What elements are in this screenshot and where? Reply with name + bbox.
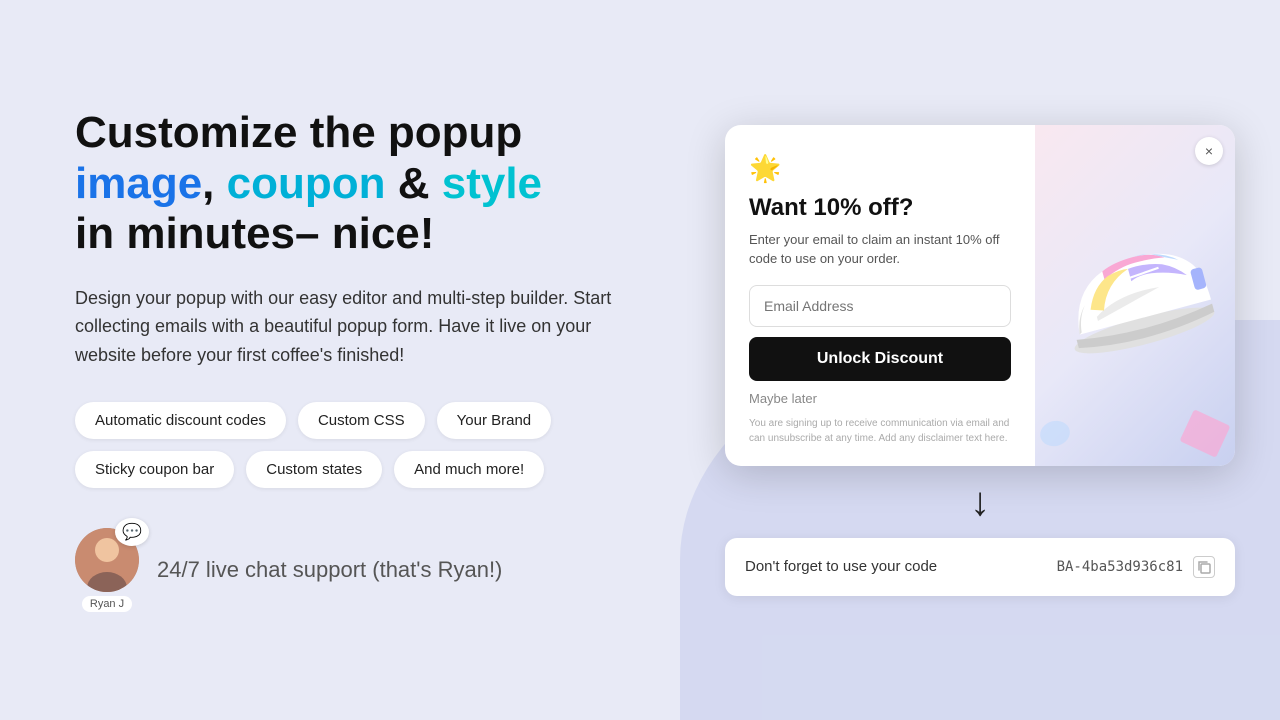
popup-disclaimer: You are signing up to receive communicat… <box>749 416 1011 446</box>
support-row: 💬 Ryan J 24/7 live chat support (that's … <box>75 528 620 612</box>
arrow-down-indicator: ↓ <box>970 482 990 522</box>
coupon-bar: Don't forget to use your code BA-4ba53d9… <box>725 538 1235 596</box>
headline-line2: in minutes– nice! <box>75 209 434 258</box>
popup-left-panel: 🌟 Want 10% off? Enter your email to clai… <box>725 125 1035 466</box>
tags-container: Automatic discount codes Custom CSS Your… <box>75 402 620 488</box>
support-paren: (that's Ryan!) <box>372 557 502 582</box>
popup-right-panel <box>1035 125 1235 466</box>
popup-star-icon: 🌟 <box>749 153 1011 184</box>
headline-image: image <box>75 159 202 208</box>
email-input[interactable] <box>749 285 1011 327</box>
headline-line1: Customize the popup <box>75 108 522 157</box>
tag-1: Custom CSS <box>298 402 425 439</box>
tag-2: Your Brand <box>437 402 552 439</box>
headline-coupon: coupon <box>227 159 386 208</box>
chat-bubble-icon: 💬 <box>115 518 149 546</box>
popup-desc: Enter your email to claim an instant 10%… <box>749 230 1011 269</box>
headline-style: style <box>442 159 542 208</box>
headline-and: & <box>385 159 441 208</box>
popup-modal: × 🌟 Want 10% off? Enter your email to cl… <box>725 125 1235 466</box>
popup-title: Want 10% off? <box>749 194 1011 222</box>
headline: Customize the popup image, coupon & styl… <box>75 108 620 260</box>
avatar-label: Ryan J <box>82 596 132 612</box>
unlock-discount-button[interactable]: Unlock Discount <box>749 337 1011 381</box>
popup-close-button[interactable]: × <box>1195 137 1223 165</box>
right-section: × 🌟 Want 10% off? Enter your email to cl… <box>680 95 1280 626</box>
support-text: 24/7 live chat support (that's Ryan!) <box>157 557 502 583</box>
tag-3: Sticky coupon bar <box>75 451 234 488</box>
maybe-later-link[interactable]: Maybe later <box>749 391 1011 406</box>
headline-comma: , <box>202 159 226 208</box>
tag-0: Automatic discount codes <box>75 402 286 439</box>
sneaker-illustration <box>1035 196 1233 375</box>
support-main-text: 24/7 live chat support <box>157 557 372 582</box>
coupon-code-value: BA-4ba53d936c81 <box>1057 559 1183 575</box>
tag-4: Custom states <box>246 451 382 488</box>
coupon-bar-text: Don't forget to use your code <box>745 558 937 575</box>
left-section: Customize the popup image, coupon & styl… <box>0 48 680 672</box>
coupon-code-wrapper: BA-4ba53d936c81 <box>1057 556 1215 578</box>
tag-5: And much more! <box>394 451 544 488</box>
copy-code-button[interactable] <box>1193 556 1215 578</box>
avatar-wrapper: 💬 Ryan J <box>75 528 139 612</box>
sneaker-image-container <box>1035 125 1235 466</box>
subtext: Design your popup with our easy editor a… <box>75 284 620 370</box>
